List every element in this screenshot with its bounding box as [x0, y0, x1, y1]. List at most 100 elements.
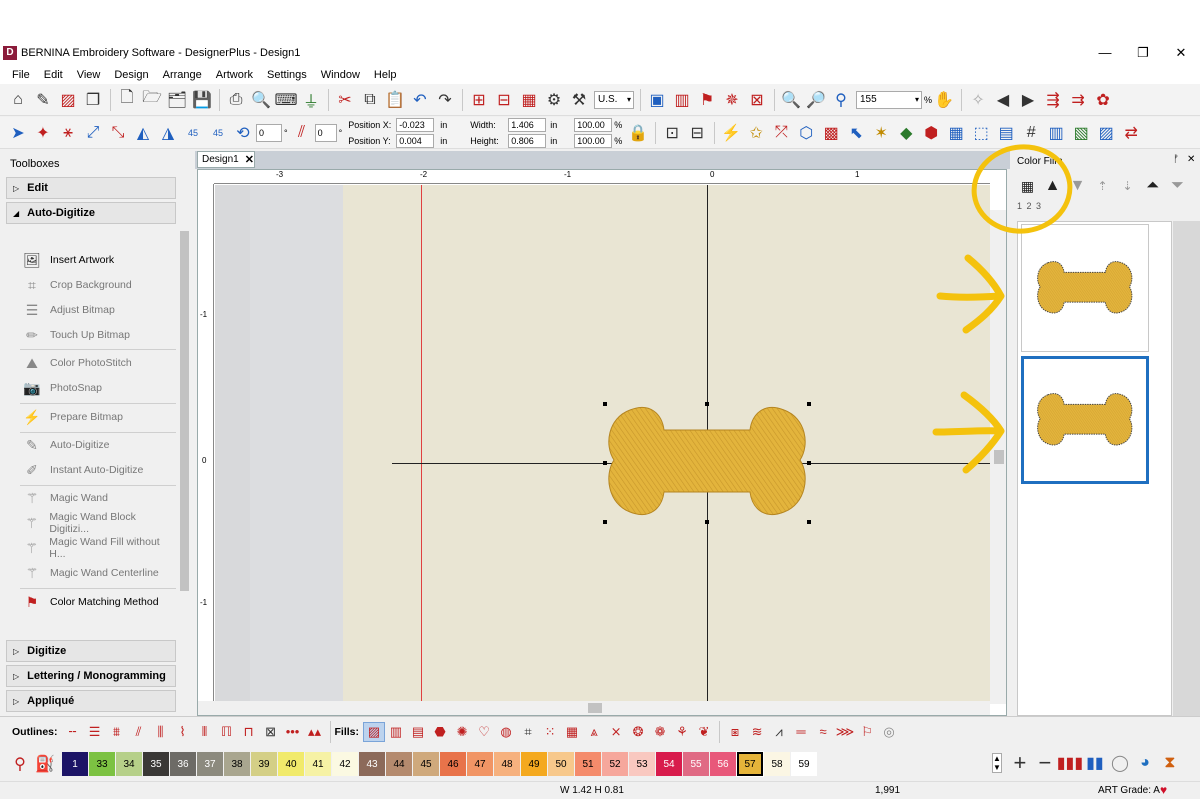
split-icon[interactable]: ⤱	[769, 121, 793, 145]
color-sequence-icon[interactable]: ⇶	[1041, 88, 1065, 112]
palette-swatch[interactable]: 53	[629, 752, 655, 776]
tatami-fill-icon[interactable]: ▨	[363, 721, 386, 742]
section-edit[interactable]: ▷ Edit	[6, 177, 176, 199]
satin-outline-icon[interactable]: ⫽	[128, 722, 150, 742]
selection-handle[interactable]	[705, 402, 709, 406]
lines-fill-icon[interactable]: ═	[790, 722, 812, 742]
skew-icon[interactable]: ⫽	[290, 121, 314, 145]
pattern-fill-icon[interactable]: ⬣	[429, 722, 451, 742]
zigzag-fill-icon[interactable]: ≈	[812, 722, 834, 742]
tool-adjust-bitmap[interactable]: ☰ Adjust Bitmap	[22, 299, 174, 321]
tool-magic-wand[interactable]: ⚚ Magic Wand	[22, 487, 174, 509]
palette-swatch[interactable]: 55	[683, 752, 709, 776]
height-field[interactable]: 0.806	[508, 133, 547, 148]
zoom-fit-icon[interactable]: 🔎	[804, 88, 828, 112]
palette-swatch[interactable]: 52	[602, 752, 628, 776]
color-grid-icon[interactable]: ▦	[1015, 178, 1040, 195]
move-to-top-icon[interactable]: ⏶	[1140, 177, 1165, 195]
fill-pattern-icon[interactable]: ▩	[819, 121, 843, 145]
palette-swatch[interactable]: 36	[170, 752, 196, 776]
tool-instant-auto-digitize[interactable]: ✐ Instant Auto-Digitize	[22, 459, 174, 481]
selection-handle[interactable]	[603, 402, 607, 406]
grid-fill-icon[interactable]: ▦	[561, 722, 583, 742]
palette-swatch[interactable]: 48	[494, 752, 520, 776]
export-icon[interactable]: ⊟	[492, 88, 516, 112]
palette-swatch[interactable]: 43	[359, 752, 385, 776]
leaf-fill-icon[interactable]: ❦	[693, 722, 715, 742]
palette-swatch[interactable]: 35	[143, 752, 169, 776]
palette-swatch[interactable]: 51	[575, 752, 601, 776]
radial-fill-icon[interactable]: ✺	[451, 722, 473, 742]
tool-magic-wand-fill[interactable]: ⚚ Magic Wand Fill without H...	[22, 536, 174, 560]
zigzag-icon[interactable]: ⚡	[719, 121, 743, 145]
palette-swatch[interactable]: 37	[197, 752, 223, 776]
selection-handle[interactable]	[603, 461, 607, 465]
shapes-icon[interactable]: ✶	[869, 121, 893, 145]
ring-icon[interactable]: ◯	[1108, 751, 1132, 775]
palette-swatch[interactable]: 40	[278, 752, 304, 776]
position-y-field[interactable]: 0.004	[396, 133, 435, 148]
section-lettering[interactable]: ▷ Lettering / Monogramming	[6, 665, 176, 687]
menu-window[interactable]: Window	[321, 69, 360, 81]
tool-color-photostitch[interactable]: ⛰ Color PhotoStitch	[22, 352, 174, 374]
previous-arrow-icon[interactable]: ◀	[991, 88, 1015, 112]
open-folder-icon[interactable]: 🗁	[140, 88, 164, 112]
spool-icon[interactable]: ⧗	[1158, 751, 1182, 775]
print-icon[interactable]: ⎙	[224, 88, 248, 112]
tab-design1[interactable]: Design1 ✕	[197, 151, 255, 168]
zoom-icon[interactable]: ⚲	[829, 88, 853, 112]
menu-edit[interactable]: Edit	[44, 69, 63, 81]
compass-fill-icon[interactable]: ⩘	[768, 722, 790, 742]
palette-swatch[interactable]: 41	[305, 752, 331, 776]
rotate-icon[interactable]: ⟲	[231, 121, 255, 145]
menu-file[interactable]: File	[12, 69, 30, 81]
reverse-icon[interactable]: ⇄	[1119, 121, 1143, 145]
star-outline-icon[interactable]: ✩	[744, 121, 768, 145]
section-auto-digitize[interactable]: ◢ Auto-Digitize	[6, 202, 176, 224]
mirror-horizontal-icon[interactable]: ◭	[131, 121, 155, 145]
selection-handle[interactable]	[807, 461, 811, 465]
show-design-icon[interactable]: ▣	[645, 88, 669, 112]
hatch-fill-icon[interactable]: ⧆	[724, 722, 746, 742]
fan-fill-icon[interactable]: ≋	[746, 722, 768, 742]
grid-icon[interactable]: ▦	[944, 121, 968, 145]
contour-fill-icon[interactable]: ♡	[473, 722, 495, 742]
palette-swatch[interactable]: 1	[62, 752, 88, 776]
print-preview-icon[interactable]: 🔍	[249, 88, 273, 112]
beading-outline-icon[interactable]: ℿ	[216, 722, 238, 742]
cross-fill-icon[interactable]: ⌗	[517, 722, 539, 742]
new-file-icon[interactable]: 🗋	[115, 88, 139, 112]
running-stitch-icon[interactable]: ╌	[62, 722, 84, 742]
satin-fill-icon[interactable]: ▥	[385, 722, 407, 742]
polygon-icon[interactable]: ⬡	[794, 121, 818, 145]
paste-icon[interactable]: 📋	[383, 88, 407, 112]
stamp-icon[interactable]: ⚑	[695, 88, 719, 112]
blanket-outline-icon[interactable]: ⫼	[150, 722, 172, 742]
scale-fill-icon[interactable]: ⚘	[671, 722, 693, 742]
section-applique[interactable]: ▷ Appliqué	[6, 690, 176, 712]
transform-icon[interactable]: ⤡	[106, 121, 130, 145]
color-film-thumbnail-selected[interactable]	[1021, 356, 1149, 484]
thread-chart-icon[interactable]: ▮▮▮	[1057, 751, 1083, 775]
tool-prepare-bitmap[interactable]: ⚡ Prepare Bitmap	[22, 406, 174, 428]
selection-handle[interactable]	[603, 520, 607, 524]
palette-swatch[interactable]: 50	[548, 752, 574, 776]
color-blocks-icon[interactable]: ⬢	[919, 121, 943, 145]
color-film-thumbnail[interactable]	[1021, 224, 1149, 352]
palette-swatch[interactable]: 42	[332, 752, 358, 776]
tool-auto-digitize[interactable]: ✎ Auto-Digitize	[22, 434, 174, 456]
palette-swatch[interactable]: 57	[736, 751, 764, 777]
eyedropper-icon[interactable]: ⚲	[8, 752, 32, 776]
swirl-fill-icon[interactable]: ❂	[627, 722, 649, 742]
machine-icon[interactable]: ⌨	[274, 88, 298, 112]
usb-icon[interactable]: ⏚	[299, 88, 323, 112]
move-down-icon[interactable]: ▼	[1065, 177, 1090, 195]
select-arrow-icon[interactable]: ➤	[6, 121, 30, 145]
sequence-numbers-icon[interactable]: 1 2 3	[1017, 201, 1042, 211]
multi-shape-icon[interactable]: ◆	[894, 121, 918, 145]
save-icon[interactable]: 💾	[190, 88, 214, 112]
unit-select[interactable]: U.S. ▾	[594, 90, 634, 109]
menu-artwork[interactable]: Artwork	[216, 69, 253, 81]
move-down-step-icon[interactable]: ⇣	[1115, 179, 1140, 193]
chevron-fill-icon[interactable]: ⋙	[834, 722, 856, 742]
